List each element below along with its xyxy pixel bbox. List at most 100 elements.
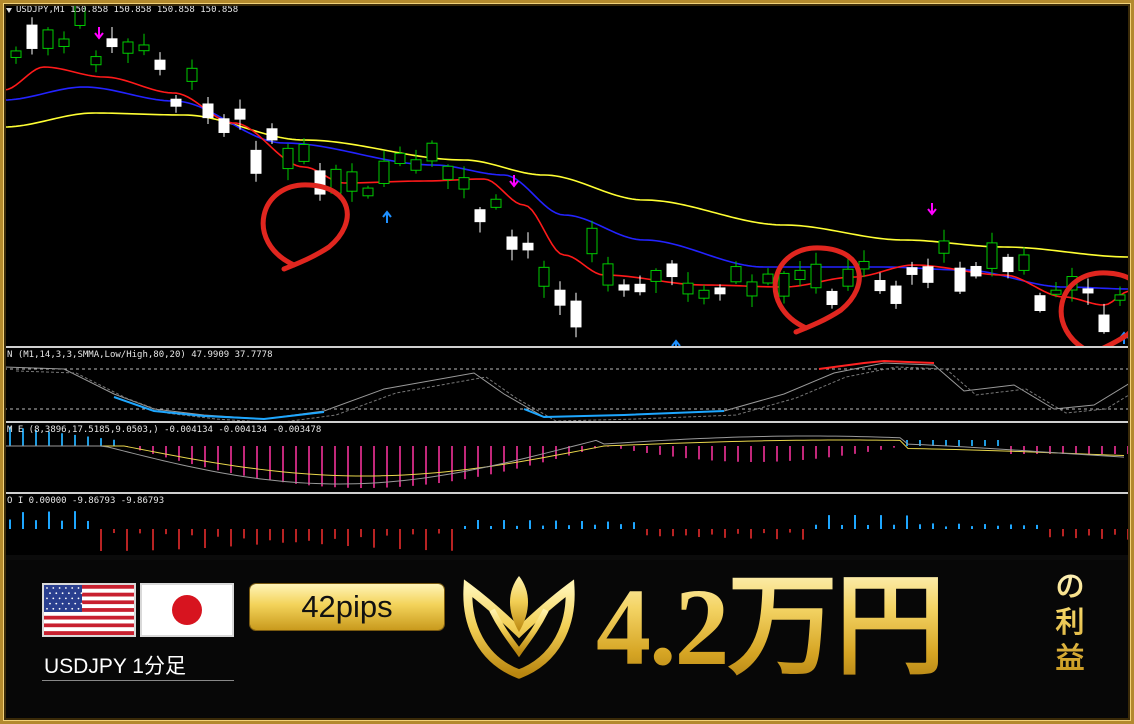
candle-body — [394, 152, 406, 165]
candle-body — [1098, 314, 1110, 333]
candle-body — [298, 144, 310, 162]
menu-triangle-icon[interactable] — [6, 8, 12, 13]
candle-body — [378, 160, 390, 184]
candle-body — [474, 209, 486, 223]
candle-body — [234, 108, 246, 120]
pane-separator[interactable] — [4, 346, 1130, 348]
highlight-circle-mark — [1058, 270, 1130, 346]
price-chart-svg — [4, 5, 1130, 346]
pane-separator[interactable] — [4, 492, 1130, 494]
candle-body — [26, 24, 38, 49]
candle-body — [810, 263, 822, 289]
trading-chart[interactable]: USDJPY,M1 150.858 150.858 150.858 150.85… — [4, 5, 1130, 555]
candle-body — [938, 240, 950, 254]
candle-body — [218, 118, 230, 133]
osma-svg — [9, 511, 1129, 551]
pane-separator[interactable] — [4, 421, 1130, 423]
macd-main-line — [4, 435, 1125, 485]
currency-pair-label: USDJPY 1分足 — [44, 655, 186, 678]
candle-body — [42, 29, 54, 49]
candle-body — [954, 267, 966, 292]
candle-body — [314, 170, 326, 195]
candle-body — [826, 290, 838, 306]
osma-pane[interactable]: O I 0.00000 -9.86793 -9.86793 — [4, 495, 1130, 555]
candle-body — [634, 283, 646, 293]
candle-body — [1114, 294, 1126, 301]
candle-body — [602, 263, 614, 286]
candle-body — [794, 269, 806, 280]
candle-body — [554, 289, 566, 306]
candle-body — [346, 171, 358, 192]
candle-body — [714, 287, 726, 295]
moving-average-slow — [4, 112, 1129, 258]
candle-body — [986, 242, 998, 269]
candle-body — [778, 272, 790, 297]
candle-body — [458, 177, 470, 190]
macd-signal-line — [4, 439, 1125, 477]
gold-emblem-logo — [462, 570, 576, 680]
macd-pane[interactable]: M E (8,3896,17.5185,9.0503,) -0.004134 -… — [4, 424, 1130, 492]
candle-body — [762, 273, 774, 284]
candle-body — [170, 98, 182, 107]
candle-body — [666, 263, 678, 278]
candle-body — [410, 159, 422, 171]
candle-body — [58, 38, 70, 47]
candle-body — [970, 265, 982, 277]
stochastic-pane[interactable]: N (M1,14,3,3,SMMA,Low/High,80,20) 47.990… — [4, 349, 1130, 421]
candle-body — [490, 198, 502, 208]
profit-banner: USDJPY 1分足 42pips 4.2万円 の利益 — [0, 560, 1134, 724]
candle-body — [506, 236, 518, 250]
candle-body — [282, 147, 294, 170]
profit-amount: 4.2万円 — [596, 562, 945, 692]
candle-body — [618, 284, 630, 291]
candle-body — [266, 128, 278, 141]
highlight-circle-mark — [260, 182, 350, 272]
candle-body — [522, 242, 534, 251]
candle-body — [698, 289, 710, 299]
candle-body — [682, 282, 694, 295]
candle-body — [202, 103, 214, 119]
candle-body — [570, 300, 582, 328]
candle-body — [1018, 254, 1030, 271]
jp-flag-icon — [140, 583, 234, 637]
candle-body — [1082, 288, 1094, 294]
candle-body — [858, 260, 870, 270]
candle-body — [890, 285, 902, 304]
candle-body — [922, 266, 934, 283]
candle-body — [874, 280, 886, 292]
candle-body — [842, 268, 854, 287]
candle-body — [90, 56, 102, 66]
candle-body — [250, 149, 262, 174]
us-flag-icon — [42, 583, 136, 637]
candle-body — [106, 38, 118, 48]
osma-label: O I 0.00000 -9.86793 -9.86793 — [7, 496, 165, 506]
candle-body — [122, 41, 134, 54]
candle-body — [10, 50, 22, 58]
candle-body — [1002, 256, 1014, 273]
stochastic-main-line — [4, 362, 1130, 420]
macd-label: M E (8,3896,17.5185,9.0503,) -0.004134 -… — [7, 425, 322, 435]
candle-body — [138, 44, 150, 52]
profit-suffix: の利益 — [1048, 568, 1092, 676]
price-header: USDJPY,M1 150.858 150.858 150.858 150.85… — [16, 5, 239, 15]
candle-body — [730, 266, 742, 283]
divider — [42, 680, 234, 681]
candle-body — [650, 269, 662, 282]
candle-body — [442, 165, 454, 180]
stochastic-label: N (M1,14,3,3,SMMA,Low/High,80,20) 47.990… — [7, 350, 273, 360]
candle-body — [538, 266, 550, 287]
candle-body — [1050, 289, 1062, 295]
candle-body — [186, 67, 198, 82]
screenshot-frame: USDJPY,M1 150.858 150.858 150.858 150.85… — [0, 0, 1134, 724]
stochastic-oversold-segment — [523, 408, 725, 419]
moving-average-mid — [4, 86, 1129, 290]
candle-body — [154, 59, 166, 70]
candle-body — [746, 281, 758, 297]
pips-badge: 42pips — [250, 584, 444, 630]
price-pane[interactable]: USDJPY,M1 150.858 150.858 150.858 150.85… — [4, 5, 1130, 346]
candle-body — [1034, 295, 1046, 312]
candle-body — [362, 187, 374, 197]
candle-body — [426, 142, 438, 162]
candle-body — [906, 267, 918, 275]
candle-body — [586, 227, 598, 255]
